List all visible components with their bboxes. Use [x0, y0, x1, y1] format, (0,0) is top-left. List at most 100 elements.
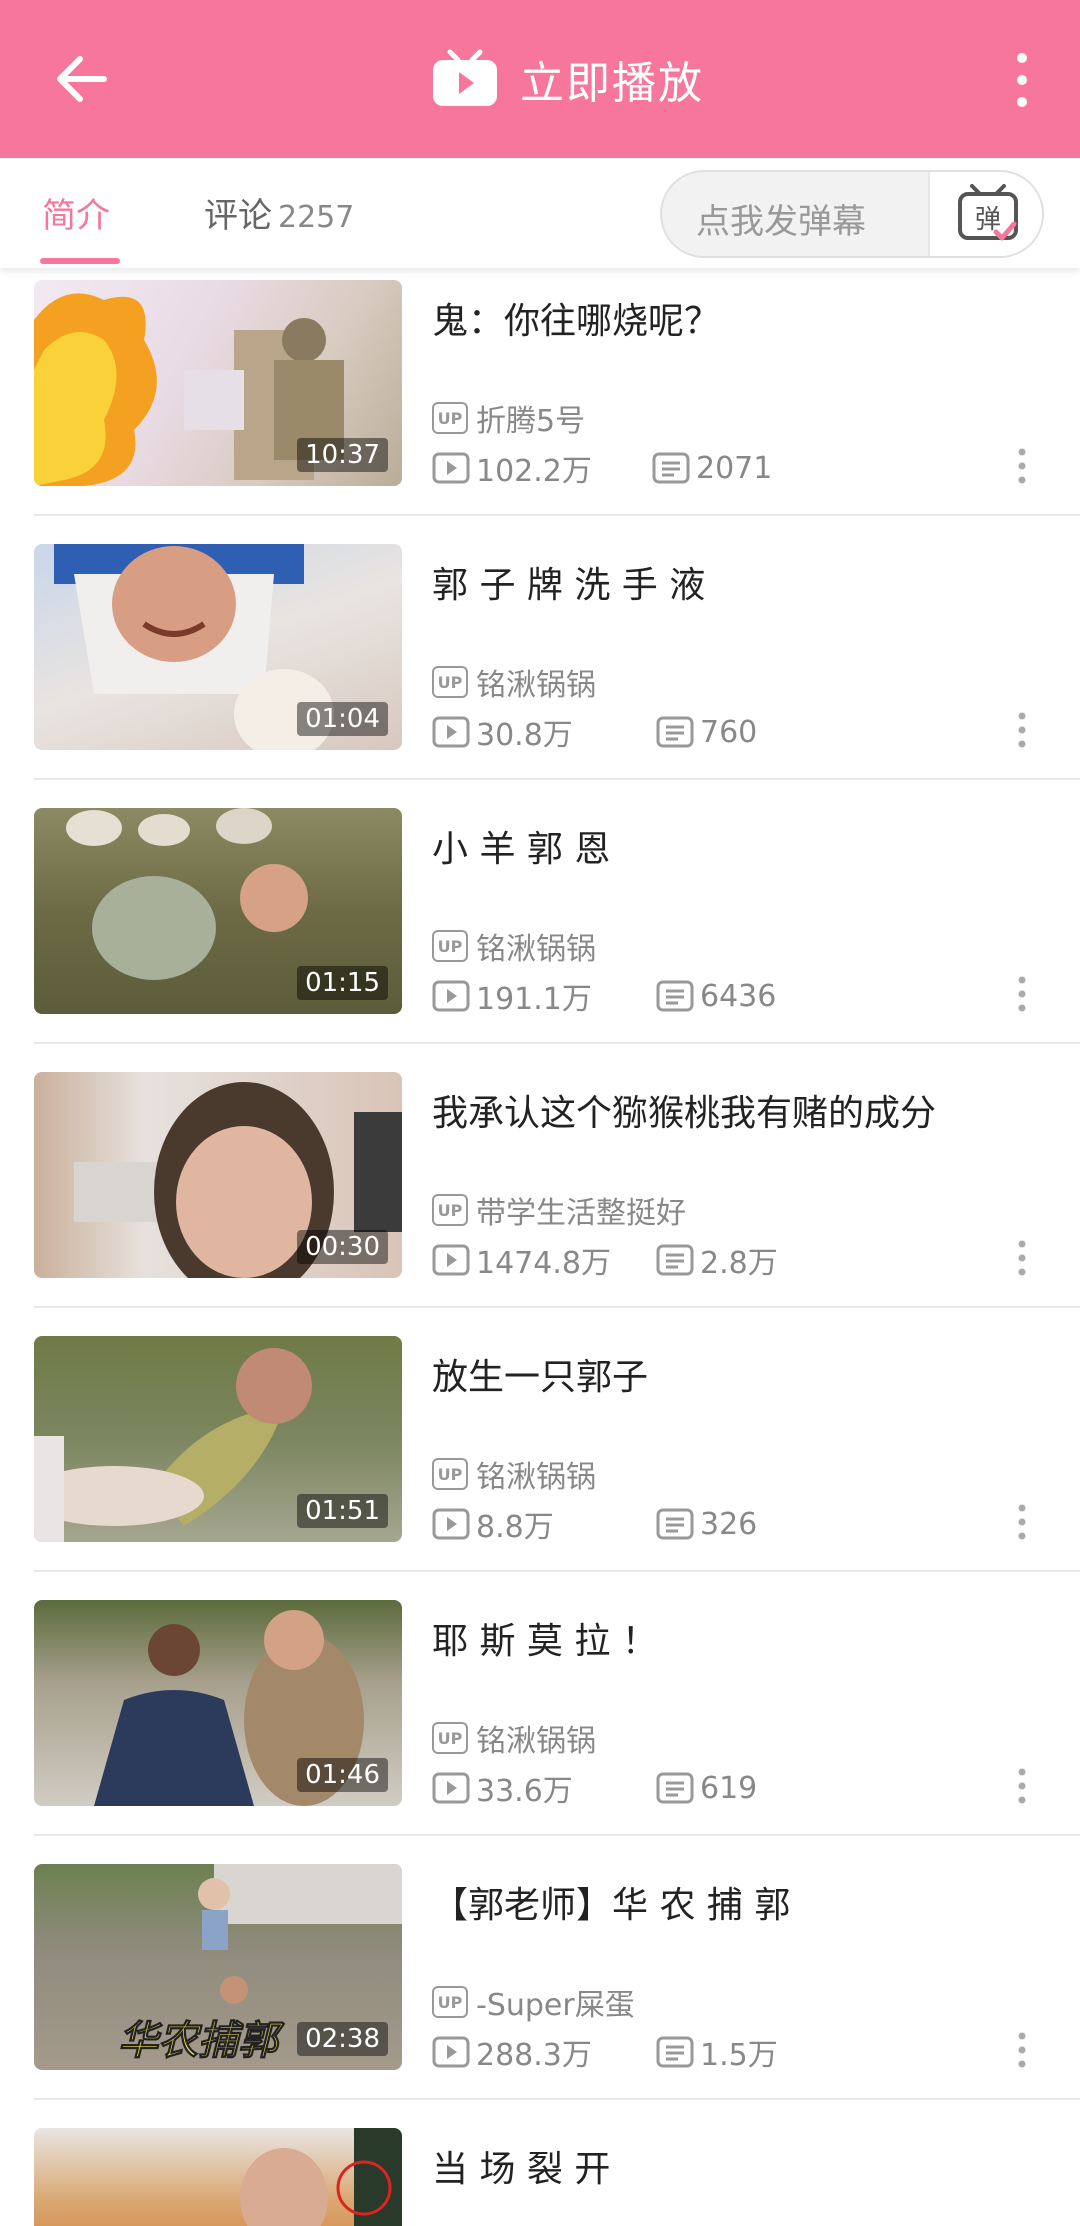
divider — [34, 1306, 1080, 1308]
video-thumbnail[interactable]: 01:51 — [34, 1336, 402, 1542]
more-vertical-icon[interactable] — [1000, 48, 1044, 112]
play-count-icon — [432, 1772, 470, 1804]
video-item[interactable]: 00:30 我承认这个猕猴桃我有赌的成分 UP 带学生活整挺好 1474.8万 … — [0, 1062, 1080, 1326]
danmaku-input[interactable]: 点我发弹幕 弹 — [660, 170, 1044, 258]
video-title: 鬼：你往哪烧呢？ — [432, 301, 721, 342]
video-item[interactable]: 当 场 裂 开 — [0, 2118, 1080, 2226]
danmaku-count: 6436 — [700, 978, 777, 1014]
danmaku-count-icon — [656, 716, 694, 748]
video-duration: 01:04 — [297, 702, 388, 736]
up-badge-icon: UP — [432, 1458, 468, 1490]
video-duration: 01:15 — [297, 966, 388, 1000]
video-thumbnail[interactable]: 01:04 — [34, 544, 402, 750]
video-title: 【郭老师】华 农 捕 郭 — [432, 1885, 791, 1926]
uploader-name: 折腾5号 — [476, 404, 586, 439]
danmaku-stat: 2.8万 — [656, 1238, 778, 1282]
danmaku-count: 326 — [700, 1506, 758, 1542]
uploader-row[interactable]: UP -Super屎蛋 — [432, 1980, 635, 2024]
danmaku-send-button[interactable]: 弹 — [928, 172, 1042, 256]
video-thumbnail[interactable]: 10:37 — [34, 280, 402, 486]
danmaku-count-icon — [656, 2036, 694, 2068]
comments-count: 2257 — [278, 200, 355, 235]
item-more-icon[interactable] — [1012, 1238, 1032, 1278]
up-badge-icon: UP — [432, 666, 468, 698]
divider — [34, 514, 1080, 516]
views-count: 30.8万 — [476, 718, 573, 753]
item-more-icon[interactable] — [1012, 974, 1032, 1014]
danmaku-stat: 619 — [656, 1771, 757, 1806]
video-item[interactable]: 01:46 耶 斯 莫 拉 ！ UP 铭湫锅锅 33.6万 619 — [0, 1590, 1080, 1854]
item-more-icon[interactable] — [1012, 1502, 1032, 1542]
tab-comments[interactable]: 评论 2257 — [204, 188, 354, 237]
video-thumbnail[interactable]: 00:30 — [34, 1072, 402, 1278]
video-item[interactable]: 01:51 放生一只郭子 UP 铭湫锅锅 8.8万 326 — [0, 1326, 1080, 1590]
danmaku-count-icon — [656, 1772, 694, 1804]
video-thumbnail[interactable]: 华农捕郭 02:38 — [34, 1864, 402, 2070]
uploader-row[interactable]: UP 带学生活整挺好 — [432, 1188, 686, 1232]
play-count-icon — [432, 1508, 470, 1540]
video-item[interactable]: 华农捕郭 02:38 【郭老师】华 农 捕 郭 UP -Super屎蛋 288.… — [0, 1854, 1080, 2118]
danmaku-count: 2.8万 — [700, 1246, 778, 1281]
danmaku-stat: 1.5万 — [656, 2030, 778, 2074]
tab-intro[interactable]: 简介 — [42, 188, 110, 237]
play-count-icon — [432, 716, 470, 748]
play-count-icon — [432, 980, 470, 1012]
views-count: 8.8万 — [476, 1510, 554, 1545]
item-more-icon[interactable] — [1012, 710, 1032, 750]
divider — [34, 1570, 1080, 1572]
item-more-icon[interactable] — [1012, 446, 1032, 486]
top-bar: 立即播放 — [0, 0, 1080, 158]
uploader-row[interactable]: UP 铭湫锅锅 — [432, 1716, 596, 1760]
video-duration: 10:37 — [297, 438, 388, 472]
danmaku-stat: 760 — [656, 715, 757, 750]
stats-row: 8.8万 326 — [432, 1502, 757, 1546]
video-title: 郭 子 牌 洗 手 液 — [432, 565, 706, 606]
video-item[interactable]: 10:37 鬼：你往哪烧呢？ UP 折腾5号 102.2万 2071 — [0, 270, 1080, 534]
uploader-row[interactable]: UP 铭湫锅锅 — [432, 924, 596, 968]
danmaku-count-icon — [656, 1508, 694, 1540]
divider — [34, 1834, 1080, 1836]
video-duration: 01:46 — [297, 1758, 388, 1792]
play-count-icon — [432, 2036, 470, 2068]
tab-active-indicator — [40, 258, 120, 264]
views-count: 33.6万 — [476, 1774, 573, 1809]
uploader-row[interactable]: UP 铭湫锅锅 — [432, 1452, 596, 1496]
uploader-name: -Super屎蛋 — [476, 1988, 635, 2023]
video-duration: 00:30 — [297, 1230, 388, 1264]
divider — [34, 2098, 1080, 2100]
page-title: 立即播放 — [520, 58, 704, 109]
video-thumbnail[interactable]: 01:46 — [34, 1600, 402, 1806]
play-now-button[interactable]: 立即播放 — [430, 44, 704, 114]
video-item[interactable]: 01:15 小 羊 郭 恩 UP 铭湫锅锅 191.1万 6436 — [0, 798, 1080, 1062]
video-duration: 02:38 — [297, 2022, 388, 2056]
item-more-icon[interactable] — [1012, 2030, 1032, 2070]
views-stat: 33.6万 — [432, 1766, 656, 1810]
danmaku-tv-icon: 弹 — [958, 184, 1018, 241]
item-more-icon[interactable] — [1012, 1766, 1032, 1806]
danmaku-count: 760 — [700, 714, 758, 750]
divider — [34, 778, 1080, 780]
views-count: 102.2万 — [476, 454, 592, 489]
stats-row: 102.2万 2071 — [432, 446, 772, 490]
tab-comments-label: 评论 — [204, 196, 272, 236]
stats-row: 33.6万 619 — [432, 1766, 757, 1810]
up-badge-icon: UP — [432, 1194, 468, 1226]
video-title: 耶 斯 莫 拉 ！ — [432, 1621, 658, 1662]
uploader-name: 铭湫锅锅 — [476, 1460, 596, 1495]
uploader-row[interactable]: UP 铭湫锅锅 — [432, 660, 596, 704]
uploader-name: 铭湫锅锅 — [476, 932, 596, 967]
video-thumbnail[interactable]: 01:15 — [34, 808, 402, 1014]
uploader-name: 带学生活整挺好 — [476, 1196, 686, 1231]
back-arrow-icon[interactable] — [48, 44, 118, 114]
stats-row: 1474.8万 2.8万 — [432, 1238, 778, 1282]
play-count-icon — [432, 1244, 470, 1276]
video-item[interactable]: 01:04 郭 子 牌 洗 手 液 UP 铭湫锅锅 30.8万 760 — [0, 534, 1080, 798]
views-stat: 102.2万 — [432, 446, 652, 490]
uploader-name: 铭湫锅锅 — [476, 668, 596, 703]
views-count: 288.3万 — [476, 2038, 592, 2073]
thumb-caption: 华农捕郭 — [118, 2017, 285, 2064]
danmaku-stat: 6436 — [656, 979, 776, 1014]
video-duration: 01:51 — [297, 1494, 388, 1528]
uploader-row[interactable]: UP 折腾5号 — [432, 396, 585, 440]
video-thumbnail[interactable] — [34, 2128, 402, 2226]
